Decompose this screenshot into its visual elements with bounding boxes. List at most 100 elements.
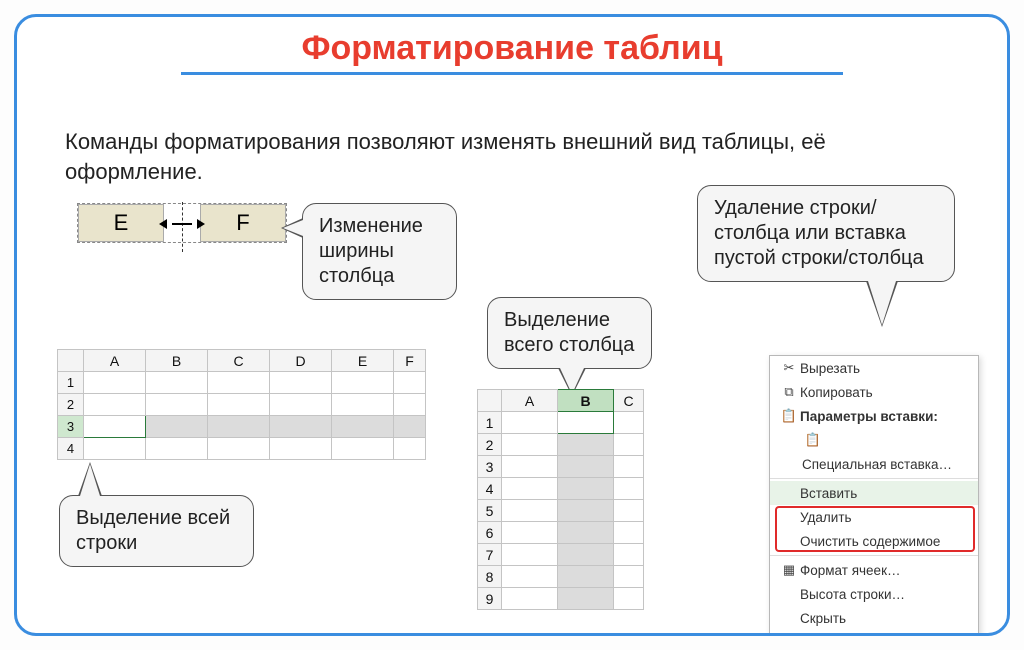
cell[interactable] (208, 394, 270, 416)
cell[interactable] (502, 412, 558, 434)
cell[interactable] (146, 372, 208, 394)
menu-separator (770, 555, 978, 556)
clipboard-icon: 📋 (778, 408, 800, 424)
cell-selected[interactable] (558, 434, 614, 456)
cell-active[interactable] (84, 416, 146, 438)
callout-tail-icon (281, 218, 303, 238)
cell[interactable] (502, 588, 558, 610)
cell-selected[interactable] (332, 416, 394, 438)
cell[interactable] (502, 544, 558, 566)
cell[interactable] (614, 412, 644, 434)
scissors-icon: ✂ (778, 360, 800, 376)
menu-item-hide[interactable]: Скрыть (770, 606, 978, 630)
column-width-demo: E F (77, 203, 287, 243)
row-header[interactable]: 4 (58, 438, 84, 460)
cell[interactable] (332, 438, 394, 460)
cell[interactable] (208, 372, 270, 394)
cell[interactable] (614, 456, 644, 478)
menu-item-insert[interactable]: Вставить (770, 481, 978, 505)
cell[interactable] (84, 438, 146, 460)
cell-selected[interactable] (208, 416, 270, 438)
cell[interactable] (614, 544, 644, 566)
cell[interactable] (146, 438, 208, 460)
cell-selected[interactable] (558, 456, 614, 478)
menu-label: Специальная вставка… (802, 457, 968, 472)
cell[interactable] (270, 438, 332, 460)
row-header[interactable]: 2 (58, 394, 84, 416)
col-header[interactable]: C (208, 350, 270, 372)
cell-selected[interactable] (270, 416, 332, 438)
col-header[interactable]: A (84, 350, 146, 372)
cell[interactable] (84, 372, 146, 394)
select-all-corner[interactable] (478, 390, 502, 412)
menu-item-paste-special[interactable]: Специальная вставка… (770, 452, 978, 476)
menu-header-paste-options: 📋 Параметры вставки: (770, 404, 978, 428)
cell[interactable] (84, 394, 146, 416)
cell[interactable] (394, 438, 426, 460)
cell[interactable] (394, 394, 426, 416)
cell[interactable] (502, 456, 558, 478)
menu-paste-option-button[interactable]: 📋 (770, 428, 978, 452)
cell-selected[interactable] (558, 500, 614, 522)
menu-item-row-height[interactable]: Высота строки… (770, 582, 978, 606)
row-header[interactable]: 7 (478, 544, 502, 566)
column-resize-handle[interactable] (164, 204, 200, 242)
cell[interactable] (502, 478, 558, 500)
cell[interactable] (614, 588, 644, 610)
cell[interactable] (332, 372, 394, 394)
col-header[interactable]: E (332, 350, 394, 372)
row-header[interactable]: 5 (478, 500, 502, 522)
cell[interactable] (614, 500, 644, 522)
menu-item-clear[interactable]: Очистить содержимое (770, 529, 978, 553)
cell-selected[interactable] (558, 522, 614, 544)
row-header[interactable]: 1 (478, 412, 502, 434)
menu-item-copy[interactable]: ⧉ Копировать (770, 380, 978, 404)
cell-selected[interactable] (558, 478, 614, 500)
row-header-selected[interactable]: 3 (58, 416, 84, 438)
row-header[interactable]: 1 (58, 372, 84, 394)
row-header[interactable]: 4 (478, 478, 502, 500)
cell-active[interactable] (558, 412, 614, 434)
menu-item-show[interactable]: Показать (770, 630, 978, 636)
row-header[interactable]: 2 (478, 434, 502, 456)
col-header[interactable]: B (146, 350, 208, 372)
callout-text: Выделение всего столбца (504, 309, 634, 356)
cell-selected[interactable] (558, 588, 614, 610)
menu-item-delete[interactable]: Удалить (770, 505, 978, 529)
cell[interactable] (614, 478, 644, 500)
col-header[interactable]: D (270, 350, 332, 372)
slide-frame: Форматирование таблиц Команды форматиров… (14, 14, 1010, 636)
cell-selected[interactable] (146, 416, 208, 438)
cell[interactable] (332, 394, 394, 416)
menu-label: Показать (800, 635, 968, 637)
row-header[interactable]: 3 (478, 456, 502, 478)
col-header[interactable]: A (502, 390, 558, 412)
menu-label: Удалить (800, 510, 968, 525)
row-header[interactable]: 6 (478, 522, 502, 544)
cell-selected[interactable] (394, 416, 426, 438)
menu-item-cut[interactable]: ✂ Вырезать (770, 356, 978, 380)
row-header[interactable]: 8 (478, 566, 502, 588)
cell[interactable] (502, 566, 558, 588)
select-all-corner[interactable] (58, 350, 84, 372)
cell[interactable] (208, 438, 270, 460)
cell[interactable] (502, 434, 558, 456)
grid-row-selection: A B C D E F 1 2 3 4 (57, 349, 426, 460)
cell[interactable] (614, 566, 644, 588)
cell[interactable] (502, 500, 558, 522)
cell[interactable] (270, 372, 332, 394)
callout-tail-icon (78, 462, 102, 496)
col-header[interactable]: C (614, 390, 644, 412)
cell-selected[interactable] (558, 544, 614, 566)
cell[interactable] (502, 522, 558, 544)
row-header[interactable]: 9 (478, 588, 502, 610)
menu-item-format-cells[interactable]: ▦ Формат ячеек… (770, 558, 978, 582)
cell-selected[interactable] (558, 566, 614, 588)
cell[interactable] (146, 394, 208, 416)
cell[interactable] (270, 394, 332, 416)
cell[interactable] (394, 372, 426, 394)
col-header-selected[interactable]: B (558, 390, 614, 412)
cell[interactable] (614, 522, 644, 544)
cell[interactable] (614, 434, 644, 456)
col-header[interactable]: F (394, 350, 426, 372)
